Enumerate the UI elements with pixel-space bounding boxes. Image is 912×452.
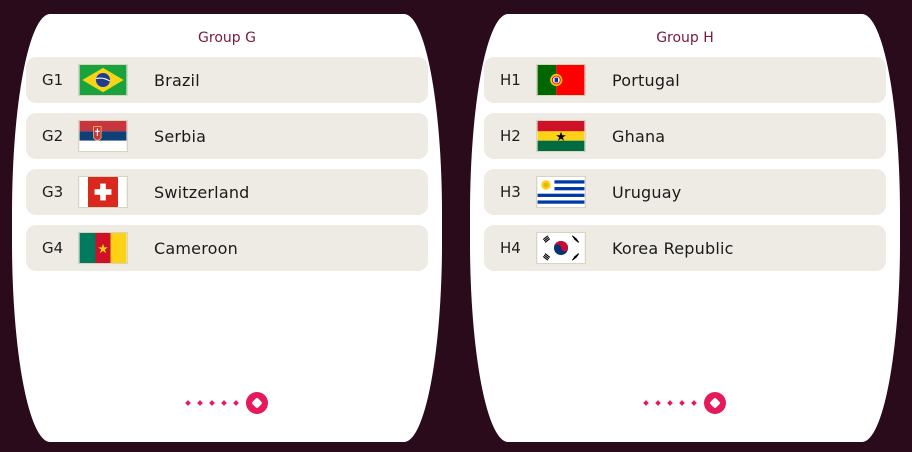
pager-dot[interactable] <box>209 400 215 406</box>
pager-dot[interactable] <box>197 400 203 406</box>
pager-dot[interactable] <box>679 400 685 406</box>
team-name: Uruguay <box>612 182 682 202</box>
cameroon-flag-icon <box>78 232 128 264</box>
brazil-flag-icon <box>78 64 128 96</box>
team-code: H3 <box>500 183 521 201</box>
team-list: H1 Portugal H2 Ghana H3 Uruguay H4 Korea… <box>484 57 886 281</box>
pager-dot[interactable] <box>185 400 191 406</box>
team-code: G4 <box>42 239 64 257</box>
pager-dot[interactable] <box>221 400 227 406</box>
group-h-card: Group H H1 Portugal H2 Ghana H3 Uruguay … <box>470 14 900 442</box>
team-row-brazil[interactable]: G1 Brazil <box>26 57 428 103</box>
team-name: Switzerland <box>154 182 250 202</box>
team-row-switzerland[interactable]: G3 Switzerland <box>26 169 428 215</box>
pager-dot[interactable] <box>655 400 661 406</box>
team-row-portugal[interactable]: H1 Portugal <box>484 57 886 103</box>
serbia-flag-icon <box>78 120 128 152</box>
group-title: Group H <box>656 30 714 46</box>
team-name: Cameroon <box>154 238 238 258</box>
team-list: G1 Brazil G2 Serbia G3 Switzerland G4 Ca… <box>26 57 428 281</box>
team-row-uruguay[interactable]: H3 Uruguay <box>484 169 886 215</box>
team-name: Korea Republic <box>612 238 734 258</box>
uruguay-flag-icon <box>536 176 586 208</box>
pager-dot[interactable] <box>691 400 697 406</box>
pager-dot[interactable] <box>643 400 649 406</box>
team-name: Ghana <box>612 126 666 146</box>
team-code: H4 <box>500 239 521 257</box>
group-title: Group G <box>198 30 256 46</box>
team-code: G1 <box>42 71 64 89</box>
football-icon[interactable] <box>704 392 726 414</box>
football-icon[interactable] <box>246 392 268 414</box>
switzerland-flag-icon <box>78 176 128 208</box>
pager-dot[interactable] <box>667 400 673 406</box>
team-row-ghana[interactable]: H2 Ghana <box>484 113 886 159</box>
pager[interactable] <box>12 392 442 414</box>
ghana-flag-icon <box>536 120 586 152</box>
group-g-card: Group G G1 Brazil G2 Serbia G3 Switzerla… <box>12 14 442 442</box>
pager-dot[interactable] <box>233 400 239 406</box>
team-name: Portugal <box>612 70 680 90</box>
team-name: Brazil <box>154 70 200 90</box>
team-row-serbia[interactable]: G2 Serbia <box>26 113 428 159</box>
team-code: G3 <box>42 183 64 201</box>
team-code: H1 <box>500 71 521 89</box>
portugal-flag-icon <box>536 64 586 96</box>
team-row-korea-republic[interactable]: H4 Korea Republic <box>484 225 886 271</box>
team-row-cameroon[interactable]: G4 Cameroon <box>26 225 428 271</box>
team-code: H2 <box>500 127 521 145</box>
korea-republic-flag-icon <box>536 232 586 264</box>
team-code: G2 <box>42 127 64 145</box>
team-name: Serbia <box>154 126 207 146</box>
pager[interactable] <box>470 392 900 414</box>
